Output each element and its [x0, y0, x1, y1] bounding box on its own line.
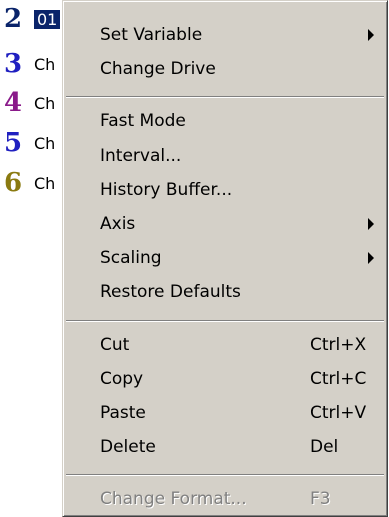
channel-number: 4 [4, 88, 23, 118]
menu-item-label: Change Drive [100, 59, 216, 79]
channel-number: 5 [4, 128, 23, 158]
channel-row-6[interactable]: 6 Ch [4, 166, 55, 200]
channel-row-4[interactable]: 4 Ch [4, 86, 55, 120]
menu-separator [66, 96, 384, 98]
channel-name[interactable]: Ch [34, 55, 55, 74]
channel-number: 6 [4, 168, 23, 198]
menu-separator [66, 474, 384, 476]
menu-item-label: Fast Mode [100, 111, 186, 131]
menu-item-cut[interactable]: Cut Ctrl+X [66, 328, 384, 362]
channel-row-2[interactable]: 2 01 [4, 2, 61, 36]
channel-number: 2 [4, 4, 23, 34]
menu-separator [66, 320, 384, 322]
channel-number: 3 [4, 49, 23, 79]
context-menu: Set Variable Change Drive Fast Mode Inte… [62, 0, 388, 517]
menu-item-copy[interactable]: Copy Ctrl+C [66, 362, 384, 396]
submenu-arrow-icon [368, 218, 374, 230]
channel-row-3[interactable]: 3 Ch [4, 47, 55, 81]
menu-item-change-drive[interactable]: Change Drive [66, 52, 384, 86]
menu-item-shortcut: Del [310, 437, 339, 457]
menu-item-history-buffer[interactable]: History Buffer... [66, 173, 384, 207]
channel-name[interactable]: Ch [34, 174, 55, 193]
menu-item-label: Delete [100, 437, 156, 457]
menu-item-shortcut: Ctrl+X [310, 335, 367, 355]
menu-item-fast-mode[interactable]: Fast Mode [66, 104, 384, 138]
menu-item-label: History Buffer... [100, 180, 233, 200]
menu-item-label: Change Format... [100, 489, 247, 509]
menu-item-label: Paste [100, 403, 146, 423]
menu-item-label: Cut [100, 335, 130, 355]
submenu-arrow-icon [368, 29, 374, 41]
channel-name[interactable]: Ch [34, 134, 55, 153]
menu-item-label: Set Variable [100, 25, 203, 45]
menu-item-delete[interactable]: Delete Del [66, 430, 384, 464]
channel-name[interactable]: Ch [34, 94, 55, 113]
menu-item-change-format[interactable]: Change Format... F3 [66, 482, 384, 516]
menu-item-interval[interactable]: Interval... [66, 139, 384, 173]
menu-item-paste[interactable]: Paste Ctrl+V [66, 396, 384, 430]
menu-item-label: Interval... [100, 146, 182, 166]
menu-item-restore-defaults[interactable]: Restore Defaults [66, 275, 384, 309]
menu-item-scaling[interactable]: Scaling [66, 241, 384, 275]
menu-item-label: Axis [100, 214, 136, 234]
channel-name[interactable]: 01 [34, 9, 61, 29]
menu-item-shortcut: Ctrl+C [310, 369, 367, 389]
menu-item-shortcut: F3 [310, 489, 331, 509]
channel-row-5[interactable]: 5 Ch [4, 126, 55, 160]
submenu-arrow-icon [368, 252, 374, 264]
channel-list: 2 01 3 Ch 4 Ch 5 Ch 6 Ch [0, 0, 70, 240]
menu-item-axis[interactable]: Axis [66, 207, 384, 241]
menu-item-label: Restore Defaults [100, 282, 241, 302]
menu-item-shortcut: Ctrl+V [310, 403, 367, 423]
menu-item-label: Copy [100, 369, 144, 389]
menu-item-label: Scaling [100, 248, 162, 268]
menu-item-set-variable[interactable]: Set Variable [66, 18, 384, 52]
